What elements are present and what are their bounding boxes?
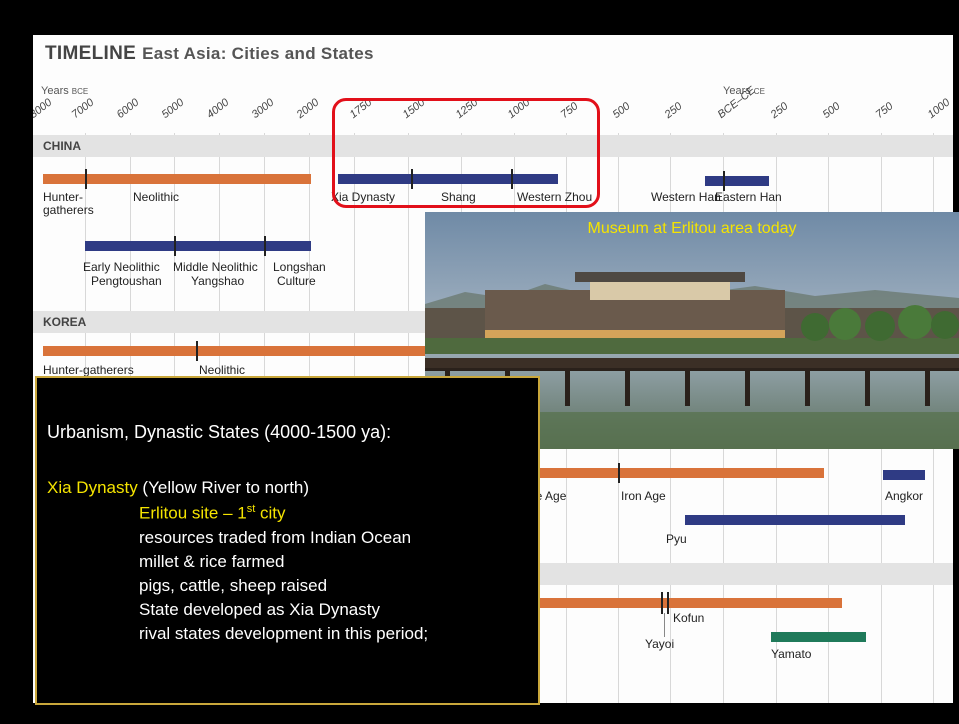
info-erlitou: Erlitou site – 1st city — [139, 503, 286, 523]
se-asia-bronze-iron-bar — [538, 468, 824, 478]
label-yayoi: Yayoi — [645, 637, 675, 651]
pyu-bar — [685, 515, 905, 525]
tick-label: 8000 — [33, 96, 55, 121]
label-longshan: Longshan — [273, 260, 326, 274]
timeline-title: TIMELINE East Asia: Cities and States — [45, 43, 374, 65]
info-xia-line: Xia Dynasty (Yellow River to north) — [47, 478, 309, 498]
japan-jomon-yayoi-bar — [538, 598, 842, 608]
label-pengtoushan: Pengtoushan — [91, 274, 162, 288]
years-bce-label: Years BCE — [41, 85, 89, 97]
info-heading: Urbanism, Dynastic States (4000-1500 ya)… — [47, 422, 392, 442]
bar-divider — [196, 341, 198, 361]
photo-caption: Museum at Erlitou area today — [587, 220, 797, 237]
region-korea: KOREA — [43, 315, 87, 329]
bar-divider — [85, 169, 87, 189]
bar-divider — [723, 171, 725, 191]
angkor-bar — [883, 470, 925, 480]
label-culture: Culture — [277, 274, 316, 288]
info-line-2: millet & rice farmed — [139, 552, 285, 571]
bar-divider — [667, 592, 669, 614]
info-line-4: State developed as Xia Dynasty — [139, 600, 380, 619]
tick-label: 500 — [610, 100, 633, 121]
china-neolithic-bar — [43, 174, 311, 184]
leader-line — [664, 613, 665, 637]
bar-divider — [618, 463, 620, 483]
slide: TIMELINE East Asia: Cities and States Yea… — [0, 0, 959, 724]
tick-label: 500 — [820, 100, 843, 121]
label-eastern-han: Eastern Han — [715, 190, 782, 204]
label-western-han: Western Han — [651, 190, 721, 204]
tick-label: 250 — [662, 100, 685, 121]
label-angkor: Angkor — [885, 489, 924, 503]
tick-label: 4000 — [204, 96, 232, 121]
info-line-5: rival states development in this period; — [139, 624, 429, 643]
tick-label: 750 — [873, 100, 896, 121]
yamato-bar — [771, 632, 866, 642]
label-kofun: Kofun — [673, 611, 705, 625]
korea-neolithic-bar — [43, 346, 433, 356]
info-line-3: pigs, cattle, sheep raised — [139, 576, 328, 595]
han-bar — [705, 176, 769, 186]
tick-label: 7000 — [69, 96, 97, 121]
tick-label: 5000 — [159, 96, 187, 121]
bar-divider — [661, 592, 663, 614]
timeline-title-main: TIMELINE — [45, 43, 137, 64]
highlight-box — [332, 98, 600, 208]
label-pyu: Pyu — [666, 532, 687, 546]
label-middle-neolithic: Middle Neolithic — [173, 260, 258, 274]
label-neolithic: Neolithic — [133, 190, 180, 204]
tick-label: 6000 — [114, 96, 142, 121]
label-yamato: Yamato — [771, 647, 812, 661]
label-korea-neolithic: Neolithic — [199, 363, 246, 377]
label-gatherers: gatherers — [43, 203, 94, 217]
bar-divider — [264, 236, 266, 256]
bar-divider — [174, 236, 176, 256]
info-line-1: resources traded from Indian Ocean — [139, 528, 412, 547]
info-box: Urbanism, Dynastic States (4000-1500 ya)… — [35, 376, 540, 705]
timeline-title-sub: East Asia: Cities and States — [142, 44, 374, 63]
tick-label: 3000 — [249, 96, 277, 121]
japan-band — [538, 563, 953, 585]
label-hunter: Hunter- — [43, 190, 84, 204]
tick-label: 2000 — [294, 96, 322, 121]
tick-label: 1000 — [925, 96, 953, 121]
china-neolithic-cultures-bar — [85, 241, 311, 251]
label-yangshao: Yangshao — [191, 274, 245, 288]
label-korea-hunter: Hunter-gatherers — [43, 363, 134, 377]
label-iron-age: Iron Age — [621, 489, 666, 503]
tick-label: 250 — [768, 100, 791, 121]
region-china: CHINA — [43, 139, 81, 153]
info-xia-rest: (Yellow River to north) — [137, 478, 310, 497]
info-xia: Xia Dynasty — [47, 478, 138, 497]
label-early-neolithic: Early Neolithic — [83, 260, 160, 274]
